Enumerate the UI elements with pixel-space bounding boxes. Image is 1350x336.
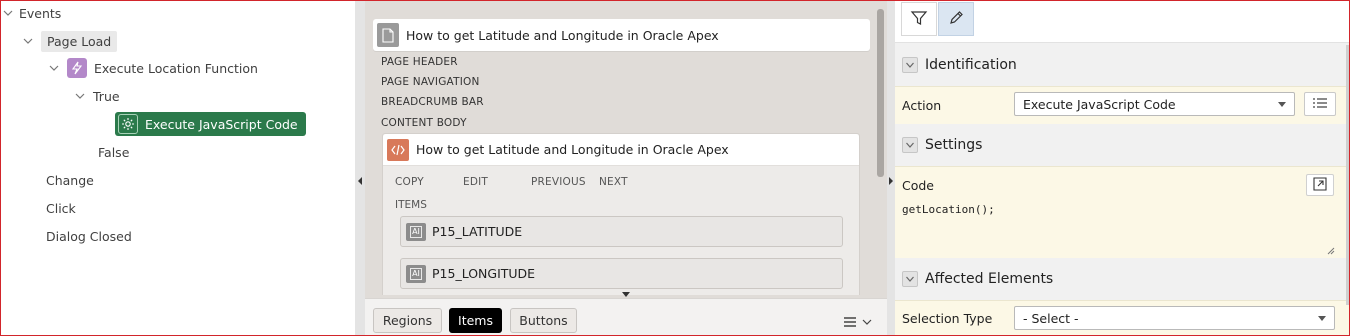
list-icon bbox=[1312, 97, 1328, 112]
chevron-down-icon[interactable] bbox=[902, 271, 918, 287]
property-editor: Identification Action Execute JavaScript… bbox=[895, 1, 1349, 335]
right-splitter[interactable] bbox=[887, 1, 895, 335]
scroll-down-icon[interactable] bbox=[622, 292, 630, 297]
region-position-copy[interactable]: COPY bbox=[395, 176, 424, 188]
tree-label: Execute Location Function bbox=[94, 60, 258, 76]
vertical-scrollbar[interactable] bbox=[877, 9, 884, 177]
filter-icon bbox=[910, 9, 928, 30]
item-card[interactable]: AI P15_LONGITUDE bbox=[400, 258, 843, 289]
layout-panel: How to get Latitude and Longitude in Ora… bbox=[365, 1, 887, 335]
section-affected-elements[interactable]: Affected Elements bbox=[895, 262, 1349, 296]
code-editor[interactable]: getLocation(); bbox=[902, 203, 1334, 253]
tree-node-page-load[interactable]: Page Load bbox=[21, 30, 118, 52]
rendering-tree: Events Page Load Execute Location Functi… bbox=[1, 1, 355, 335]
action-value: Execute JavaScript Code bbox=[1023, 96, 1176, 112]
item-icon: AI bbox=[406, 222, 426, 241]
tree-label: Click bbox=[46, 200, 76, 216]
action-label: Action bbox=[902, 98, 942, 113]
chevron-down-icon[interactable] bbox=[73, 89, 87, 103]
section-identification[interactable]: Identification bbox=[895, 48, 1349, 82]
selection-type-label: Selection Type bbox=[902, 311, 993, 326]
expand-icon bbox=[1313, 176, 1327, 194]
code-icon bbox=[387, 138, 409, 161]
tree-label: Change bbox=[46, 172, 94, 188]
chevron-down-icon bbox=[1278, 102, 1286, 107]
collapse-left-icon[interactable] bbox=[358, 177, 362, 185]
lightning-icon bbox=[67, 58, 87, 78]
position-page-navigation[interactable]: PAGE NAVIGATION bbox=[381, 76, 480, 88]
gear-icon bbox=[118, 114, 138, 134]
vertical-scrollbar[interactable] bbox=[1346, 45, 1349, 305]
collapse-right-icon[interactable] bbox=[889, 177, 893, 185]
position-content-body[interactable]: CONTENT BODY bbox=[381, 117, 467, 129]
page-title: How to get Latitude and Longitude in Ora… bbox=[406, 27, 719, 43]
tree-label: False bbox=[98, 144, 130, 160]
resize-handle-icon[interactable] bbox=[1326, 243, 1335, 255]
tree-node-true[interactable]: True bbox=[73, 85, 120, 107]
tree-label: Dialog Closed bbox=[46, 228, 132, 244]
tree-label: Page Load bbox=[41, 30, 118, 52]
section-settings[interactable]: Settings bbox=[895, 128, 1349, 162]
tree-node-click[interactable]: Click bbox=[46, 197, 76, 219]
items-position-label[interactable]: ITEMS bbox=[395, 199, 427, 211]
section-title: Affected Elements bbox=[925, 271, 1054, 287]
code-label: Code bbox=[902, 178, 935, 193]
property-toolbar bbox=[895, 1, 1349, 43]
item-name: P15_LATITUDE bbox=[432, 224, 523, 239]
tree-node-execute-location-function[interactable]: Execute Location Function bbox=[47, 57, 258, 79]
tab-buttons[interactable]: Buttons bbox=[510, 308, 577, 333]
tab-items[interactable]: Items bbox=[449, 308, 502, 333]
region-title: How to get Latitude and Longitude in Ora… bbox=[416, 142, 729, 157]
item-icon: AI bbox=[406, 264, 426, 283]
property-code: Code getLocation(); bbox=[895, 166, 1349, 258]
tree-node-execute-javascript-code[interactable]: Execute JavaScript Code bbox=[115, 112, 306, 136]
list-of-values-button[interactable] bbox=[1304, 92, 1336, 116]
selection-type-value: - Select - bbox=[1023, 310, 1079, 326]
position-breadcrumb-bar[interactable]: BREADCRUMB BAR bbox=[381, 96, 484, 108]
section-title: Settings bbox=[925, 137, 983, 153]
action-select[interactable]: Execute JavaScript Code bbox=[1014, 92, 1295, 116]
section-title: Identification bbox=[925, 57, 1017, 73]
chevron-down-icon[interactable] bbox=[902, 57, 918, 73]
tree-label: True bbox=[93, 88, 120, 104]
pencil-icon bbox=[947, 9, 965, 30]
tree-node-change[interactable]: Change bbox=[46, 169, 94, 191]
chevron-down-icon bbox=[1318, 316, 1326, 321]
edit-button[interactable] bbox=[938, 2, 974, 36]
tree-node-events[interactable]: Events bbox=[1, 2, 61, 24]
region-card[interactable]: How to get Latitude and Longitude in Ora… bbox=[382, 133, 860, 295]
chevron-down-icon[interactable] bbox=[902, 137, 918, 153]
tree-label: Execute JavaScript Code bbox=[145, 116, 298, 132]
tree-label: Events bbox=[19, 5, 62, 21]
property-selection-type: Selection Type - Select - bbox=[895, 300, 1349, 335]
property-action: Action Execute JavaScript Code bbox=[895, 86, 1349, 124]
item-card[interactable]: AI P15_LATITUDE bbox=[400, 216, 843, 247]
left-splitter[interactable] bbox=[355, 1, 365, 335]
selection-type-select[interactable]: - Select - bbox=[1014, 306, 1335, 330]
region-position-previous[interactable]: PREVIOUS bbox=[531, 176, 586, 188]
chevron-down-icon[interactable] bbox=[1, 6, 15, 20]
tree-node-dialog-closed[interactable]: Dialog Closed bbox=[46, 225, 132, 247]
region-position-next[interactable]: NEXT bbox=[599, 176, 628, 188]
chevron-down-icon[interactable] bbox=[21, 34, 35, 48]
tree-node-false[interactable]: False bbox=[98, 141, 129, 163]
gallery-tabs: Regions Items Buttons bbox=[365, 298, 887, 335]
chevron-down-icon[interactable] bbox=[47, 61, 61, 75]
page-card[interactable]: How to get Latitude and Longitude in Ora… bbox=[373, 19, 870, 51]
region-position-edit[interactable]: EDIT bbox=[463, 176, 488, 188]
item-name: P15_LONGITUDE bbox=[432, 266, 536, 281]
layout-canvas: How to get Latitude and Longitude in Ora… bbox=[365, 1, 887, 295]
page-icon bbox=[377, 23, 399, 47]
region-header[interactable]: How to get Latitude and Longitude in Ora… bbox=[383, 134, 859, 166]
tab-regions[interactable]: Regions bbox=[373, 308, 442, 333]
expand-code-button[interactable] bbox=[1306, 174, 1334, 196]
position-page-header[interactable]: PAGE HEADER bbox=[381, 56, 458, 68]
menu-icon[interactable] bbox=[843, 315, 873, 329]
filter-button[interactable] bbox=[901, 2, 937, 36]
